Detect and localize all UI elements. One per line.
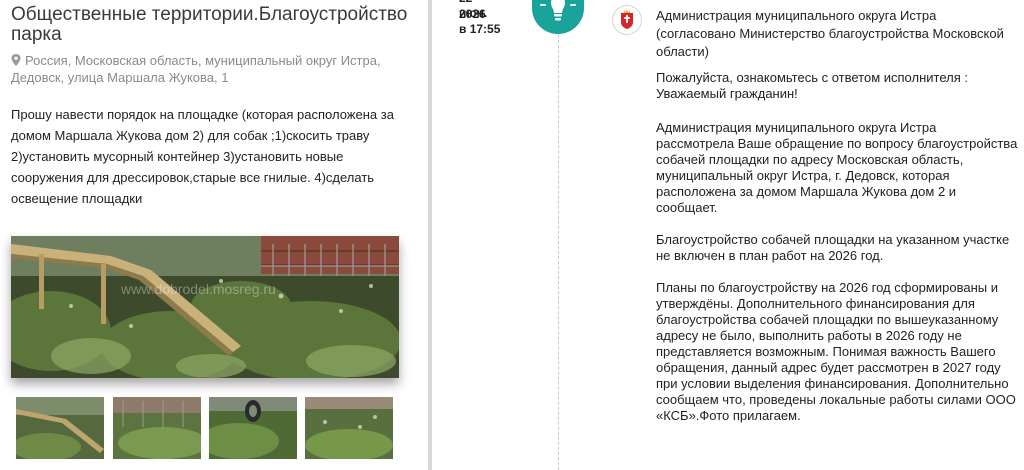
author-avatar xyxy=(612,5,642,35)
photo-thumbnail-4[interactable] xyxy=(305,397,393,459)
response-author: Администрация муниципального округа Истр… xyxy=(656,8,1004,59)
issue-panel: Общественные территории.Благоустройство … xyxy=(0,0,425,470)
main-photo[interactable]: www.dobrodel.mosreg.ru xyxy=(11,236,399,378)
issue-title: Общественные территории.Благоустройство … xyxy=(11,4,408,45)
response-paragraph-2: Благоустройство собачей площадки на указ… xyxy=(656,232,1010,263)
photo-thumbnail-1[interactable] xyxy=(16,397,104,459)
issue-request-text: Прошу навести порядок на площадке (котор… xyxy=(11,107,394,206)
response-intro: Пожалуйста, ознакомьтесь с ответом испол… xyxy=(656,70,1018,102)
photo-thumbnail-3[interactable] xyxy=(209,397,297,459)
photo-thumbnails xyxy=(16,397,396,459)
photo-watermark: www.dobrodel.mosreg.ru xyxy=(120,281,276,297)
main-photo-image: www.dobrodel.mosreg.ru xyxy=(11,236,399,378)
map-pin-icon xyxy=(11,54,21,66)
issue-address-text: Россия, Московская область, муниципальны… xyxy=(11,53,381,85)
photo-thumbnail-2[interactable] xyxy=(113,397,201,459)
moscow-region-coat-of-arms-icon xyxy=(621,9,633,29)
response-greeting: Уважаемый гражданин! xyxy=(656,86,798,101)
response-paragraph-1: Администрация муниципального округа Истр… xyxy=(656,120,1018,215)
issue-address: Россия, Московская область, муниципальны… xyxy=(11,52,391,86)
response-intro-line1: Пожалуйста, ознакомьтесь с ответом испол… xyxy=(656,70,968,85)
response-paragraph-3: Планы по благоустройству на 2026 год сфо… xyxy=(656,280,1016,423)
status-marker xyxy=(532,0,584,34)
panel-divider xyxy=(428,0,432,470)
timeline-date-time: в 17:55 xyxy=(459,22,501,36)
timeline-date-year: 2026 xyxy=(459,7,486,21)
lightbulb-icon xyxy=(540,0,576,21)
timeline-line xyxy=(558,30,559,470)
response-body: Пожалуйста, ознакомьтесь с ответом испол… xyxy=(656,70,1018,440)
